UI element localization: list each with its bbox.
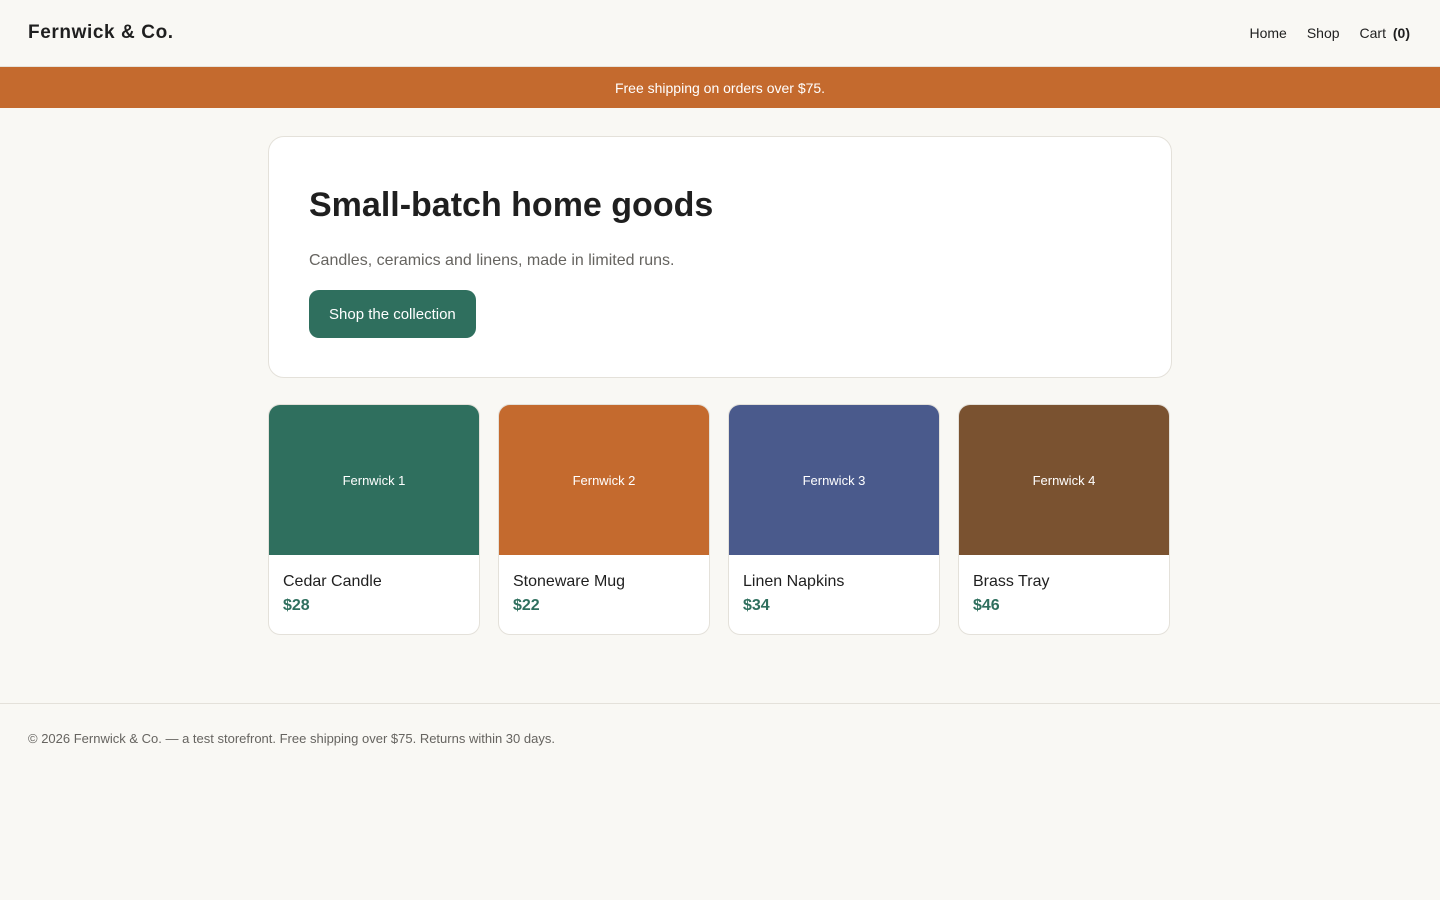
product-price: $34	[743, 597, 770, 614]
product-price: $28	[283, 597, 310, 614]
hero-section: Small-batch home goods Candles, ceramics…	[268, 136, 1172, 378]
product-name[interactable]: Brass Tray	[973, 572, 1155, 592]
product-image[interactable]: Fernwick 4	[959, 405, 1169, 555]
product-image-label: Fernwick 3	[802, 472, 866, 488]
cart-label: Cart	[1359, 25, 1386, 41]
product-card[interactable]: Fernwick 2 Stoneware Mug $22	[498, 404, 710, 635]
main-nav: Home Shop Cart (0)	[1229, 25, 1410, 41]
product-name[interactable]: Cedar Candle	[283, 572, 465, 592]
nav-home-link[interactable]: Home	[1249, 25, 1286, 41]
product-image-label: Fernwick 2	[572, 472, 636, 488]
product-info: Linen Napkins $34	[729, 555, 939, 615]
product-image[interactable]: Fernwick 2	[499, 405, 709, 555]
main-content: Small-batch home goods Candles, ceramics…	[268, 136, 1172, 635]
product-name[interactable]: Linen Napkins	[743, 572, 925, 592]
shop-collection-button[interactable]: Shop the collection	[309, 290, 476, 338]
product-image-label: Fernwick 1	[342, 472, 406, 488]
hero-title: Small-batch home goods	[309, 186, 714, 224]
nav-cart-link[interactable]: Cart (0)	[1360, 25, 1410, 41]
product-info: Cedar Candle $28	[269, 555, 479, 615]
product-image[interactable]: Fernwick 3	[729, 405, 939, 555]
product-name[interactable]: Stoneware Mug	[513, 572, 695, 592]
promo-banner: Free shipping on orders over $75.	[0, 67, 1440, 108]
product-price: $46	[973, 597, 1000, 614]
product-info: Brass Tray $46	[959, 555, 1169, 615]
nav-shop-link[interactable]: Shop	[1307, 25, 1340, 41]
product-card[interactable]: Fernwick 1 Cedar Candle $28	[268, 404, 480, 635]
product-image[interactable]: Fernwick 1	[269, 405, 479, 555]
brand-logo[interactable]: Fernwick & Co.	[28, 22, 174, 44]
product-card[interactable]: Fernwick 3 Linen Napkins $34	[728, 404, 940, 635]
cart-count-badge: (0)	[1392, 25, 1410, 41]
site-header: Fernwick & Co. Home Shop Cart (0)	[0, 0, 1440, 67]
hero-subtitle: Candles, ceramics and linens, made in li…	[309, 252, 675, 269]
product-info: Stoneware Mug $22	[499, 555, 709, 615]
product-image-label: Fernwick 4	[1032, 472, 1096, 488]
footer-text: © 2026 Fernwick & Co. — a test storefron…	[28, 731, 555, 746]
product-grid: Fernwick 1 Cedar Candle $28 Fernwick 2 S…	[268, 404, 1172, 635]
site-footer: © 2026 Fernwick & Co. — a test storefron…	[0, 703, 1440, 746]
product-card[interactable]: Fernwick 4 Brass Tray $46	[958, 404, 1170, 635]
promo-banner-text: Free shipping on orders over $75.	[614, 79, 826, 96]
product-price: $22	[513, 597, 540, 614]
